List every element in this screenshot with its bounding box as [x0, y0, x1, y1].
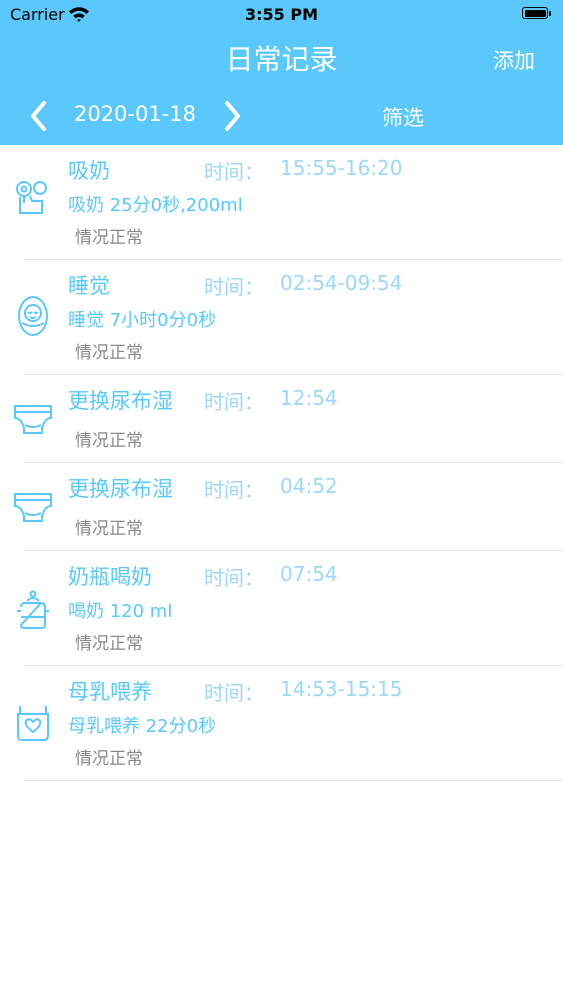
record-row[interactable]: 更换尿布湿 时间： 04:52 情况正常 — [0, 463, 563, 551]
breastfeeding-icon — [17, 706, 49, 741]
bottle-icon — [17, 590, 49, 629]
record-title: 更换尿布湿 — [68, 389, 173, 413]
record-row[interactable]: 吸奶 时间： 15:55-16:20 吸奶 25分0秒,200ml 情况正常 — [0, 145, 563, 260]
record-title: 奶瓶喝奶 — [68, 565, 152, 589]
record-detail: 喝奶 120 ml — [68, 601, 173, 622]
record-title: 吸奶 — [68, 159, 110, 183]
time-value: 15:55-16:20 — [280, 156, 403, 180]
time-label: 时间： — [204, 566, 264, 590]
record-detail: 母乳喂养 22分0秒 — [68, 716, 217, 737]
record-status: 情况正常 — [75, 343, 143, 363]
time-label: 时间： — [204, 390, 264, 414]
filter-button[interactable]: 筛选 — [382, 102, 424, 132]
page-title: 日常记录 — [225, 43, 338, 76]
row-divider — [24, 780, 563, 781]
time-label: 时间： — [204, 160, 264, 184]
header: Carrier 3:55 PM 日常记录 添加 2020-01-18 筛选 — [0, 0, 563, 145]
time-value: 14:53-15:15 — [280, 677, 403, 701]
time-value: 07:54 — [280, 562, 338, 586]
time-label: 时间： — [204, 681, 264, 705]
record-detail: 吸奶 25分0秒,200ml — [68, 195, 243, 216]
add-button[interactable]: 添加 — [493, 45, 535, 75]
chevron-right-icon — [225, 101, 240, 131]
time-value: 02:54-09:54 — [280, 271, 403, 295]
record-status: 情况正常 — [75, 431, 143, 451]
record-status: 情况正常 — [75, 519, 143, 539]
record-status: 情况正常 — [75, 749, 143, 769]
record-row[interactable]: 奶瓶喝奶 时间： 07:54 喝奶 120 ml 情况正常 — [0, 551, 563, 666]
record-row[interactable]: 更换尿布湿 时间： 12:54 情况正常 — [0, 375, 563, 463]
chevron-left-icon — [31, 101, 46, 131]
battery-icon — [522, 7, 552, 21]
record-list: 吸奶 时间： 15:55-16:20 吸奶 25分0秒,200ml 情况正常 睡… — [0, 145, 563, 781]
diaper-icon — [14, 405, 52, 434]
record-status: 情况正常 — [75, 634, 143, 654]
current-date: 2020-01-18 — [73, 102, 197, 126]
time-label: 时间： — [204, 275, 264, 299]
breast-pump-icon — [16, 181, 47, 214]
diaper-icon — [14, 493, 52, 522]
record-row[interactable]: 母乳喂养 时间： 14:53-15:15 母乳喂养 22分0秒 情况正常 — [0, 666, 563, 781]
record-detail: 睡觉 7小时0分0秒 — [68, 310, 217, 331]
previous-day-button[interactable] — [28, 100, 50, 132]
record-row[interactable]: 睡觉 时间： 02:54-09:54 睡觉 7小时0分0秒 情况正常 — [0, 260, 563, 375]
next-day-button[interactable] — [221, 100, 243, 132]
time-value: 04:52 — [280, 474, 338, 498]
time-value: 12:54 — [280, 386, 338, 410]
clock: 3:55 PM — [244, 5, 318, 24]
record-status: 情况正常 — [75, 228, 143, 248]
sleeping-baby-icon — [18, 296, 48, 336]
record-title: 母乳喂养 — [68, 680, 152, 704]
record-title: 更换尿布湿 — [68, 477, 173, 501]
time-label: 时间： — [204, 478, 264, 502]
status-bar: Carrier 3:55 PM — [0, 0, 563, 30]
record-title: 睡觉 — [68, 274, 110, 298]
